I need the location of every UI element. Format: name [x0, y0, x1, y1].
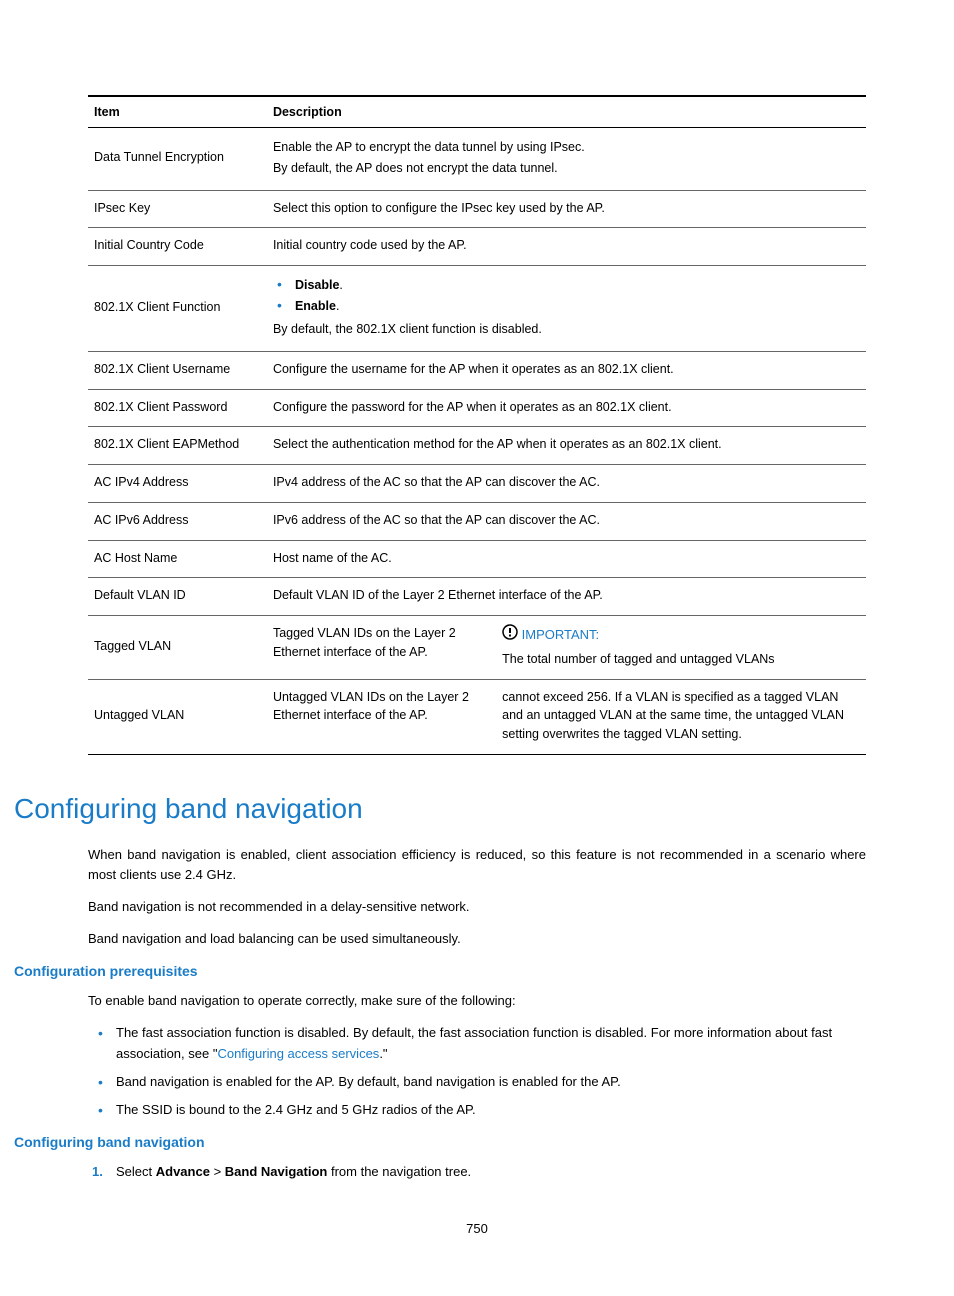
body-paragraph: To enable band navigation to operate cor… — [88, 991, 866, 1011]
page-number: 750 — [0, 1221, 954, 1236]
item-cell: IPsec Key — [88, 190, 267, 228]
desc-line: Tagged VLAN IDs on the Layer 2 Ethernet … — [273, 624, 490, 669]
table-row: AC Host Name Host name of the AC. — [88, 540, 866, 578]
list-item: Band navigation is enabled for the AP. B… — [116, 1072, 866, 1092]
item-cell: 802.1X Client Username — [88, 351, 267, 389]
step-number: 1. — [92, 1162, 103, 1182]
subheading-prerequisites: Configuration prerequisites — [14, 963, 866, 979]
item-cell: Initial Country Code — [88, 228, 267, 266]
text-span: ." — [379, 1046, 387, 1061]
desc-line: Enable the AP to encrypt the data tunnel… — [273, 138, 860, 157]
desc-cell: IPv6 address of the AC so that the AP ca… — [267, 502, 866, 540]
body-paragraph: Band navigation is not recommended in a … — [88, 897, 866, 917]
header-item: Item — [88, 96, 267, 128]
item-cell: 802.1X Client Function — [88, 266, 267, 352]
desc-line: Untagged VLAN IDs on the Layer 2 Etherne… — [273, 688, 490, 744]
config-table: Item Description Data Tunnel Encryption … — [88, 95, 866, 755]
list-item: Enable. — [295, 295, 860, 316]
list-item: The fast association function is disable… — [116, 1023, 866, 1063]
table-row: Tagged VLAN Tagged VLAN IDs on the Layer… — [88, 616, 866, 680]
desc-cell: Default VLAN ID of the Layer 2 Ethernet … — [267, 578, 866, 616]
header-description: Description — [267, 96, 866, 128]
important-text: The total number of tagged and untagged … — [502, 650, 860, 669]
list-item: The SSID is bound to the 2.4 GHz and 5 G… — [116, 1100, 866, 1120]
desc-cell: Select this option to configure the IPse… — [267, 190, 866, 228]
text-span: from the navigation tree. — [327, 1164, 471, 1179]
desc-line: By default, the 802.1X client function i… — [273, 320, 860, 339]
nav-band-navigation: Band Navigation — [225, 1164, 328, 1179]
item-cell: AC Host Name — [88, 540, 267, 578]
desc-cell: Untagged VLAN IDs on the Layer 2 Etherne… — [267, 679, 866, 754]
desc-cell: Disable. Enable. By default, the 802.1X … — [267, 266, 866, 352]
item-cell: AC IPv4 Address — [88, 465, 267, 503]
list-item: Disable. — [295, 274, 860, 295]
body-paragraph: Band navigation and load balancing can b… — [88, 929, 866, 949]
desc-cell: Enable the AP to encrypt the data tunnel… — [267, 128, 866, 191]
table-row: AC IPv6 Address IPv6 address of the AC s… — [88, 502, 866, 540]
heading-band-navigation: Configuring band navigation — [14, 793, 866, 825]
text-span: Select — [116, 1164, 156, 1179]
item-cell: Tagged VLAN — [88, 616, 267, 680]
subheading-configuring: Configuring band navigation — [14, 1134, 866, 1150]
table-row: Untagged VLAN Untagged VLAN IDs on the L… — [88, 679, 866, 754]
table-row: IPsec Key Select this option to configur… — [88, 190, 866, 228]
item-cell: Data Tunnel Encryption — [88, 128, 267, 191]
desc-cell: Initial country code used by the AP. — [267, 228, 866, 266]
nav-advance: Advance — [156, 1164, 210, 1179]
text-span: > — [210, 1164, 225, 1179]
desc-cell: Configure the username for the AP when i… — [267, 351, 866, 389]
table-row: Data Tunnel Encryption Enable the AP to … — [88, 128, 866, 191]
item-cell: AC IPv6 Address — [88, 502, 267, 540]
list-item: 1. Select Advance > Band Navigation from… — [116, 1162, 866, 1182]
desc-cell: IPv4 address of the AC so that the AP ca… — [267, 465, 866, 503]
body-paragraph: When band navigation is enabled, client … — [88, 845, 866, 885]
important-icon — [502, 624, 518, 646]
table-row: 802.1X Client Function Disable. Enable. … — [88, 266, 866, 352]
table-row: 802.1X Client Password Configure the pas… — [88, 389, 866, 427]
important-label: IMPORTANT: — [522, 627, 600, 642]
item-cell: 802.1X Client Password — [88, 389, 267, 427]
desc-line: By default, the AP does not encrypt the … — [273, 159, 860, 178]
table-row: AC IPv4 Address IPv4 address of the AC s… — [88, 465, 866, 503]
desc-cell: Configure the password for the AP when i… — [267, 389, 866, 427]
item-cell: Untagged VLAN — [88, 679, 267, 754]
desc-cell: Tagged VLAN IDs on the Layer 2 Ethernet … — [267, 616, 866, 680]
link-access-services[interactable]: Configuring access services — [217, 1046, 379, 1061]
table-row: Initial Country Code Initial country cod… — [88, 228, 866, 266]
item-cell: 802.1X Client EAPMethod — [88, 427, 267, 465]
important-text: cannot exceed 256. If a VLAN is specifie… — [502, 688, 860, 744]
table-row: 802.1X Client EAPMethod Select the authe… — [88, 427, 866, 465]
desc-cell: Host name of the AC. — [267, 540, 866, 578]
desc-cell: Select the authentication method for the… — [267, 427, 866, 465]
item-cell: Default VLAN ID — [88, 578, 267, 616]
table-row: 802.1X Client Username Configure the use… — [88, 351, 866, 389]
table-row: Default VLAN ID Default VLAN ID of the L… — [88, 578, 866, 616]
